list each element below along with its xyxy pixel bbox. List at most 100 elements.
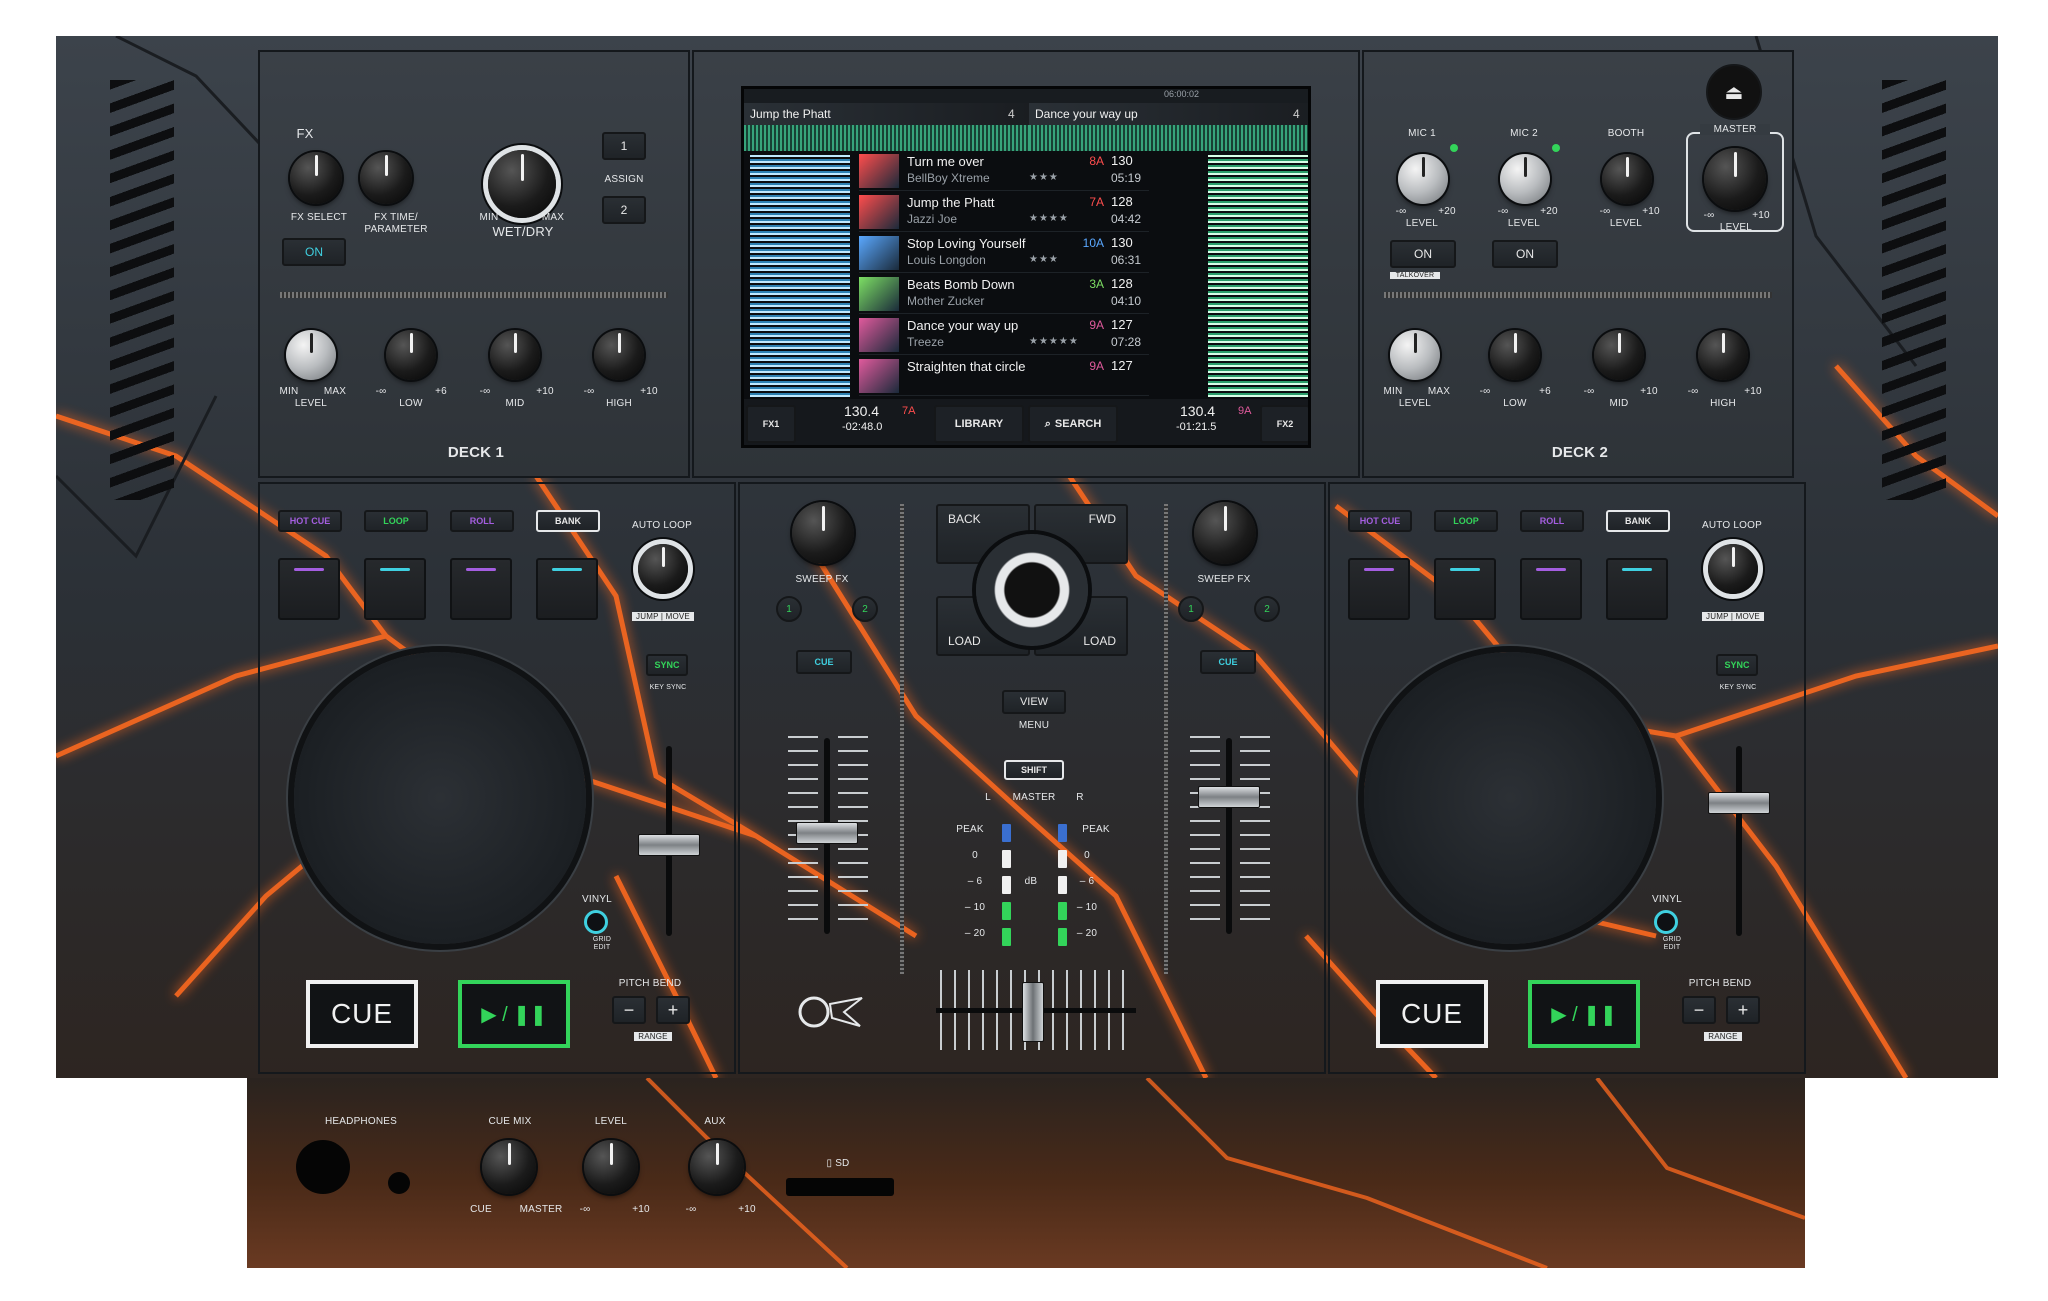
eject-icon[interactable]: ⏏ bbox=[1706, 64, 1762, 120]
right-overview-waveform[interactable] bbox=[1029, 125, 1308, 151]
fader-tick bbox=[1240, 778, 1270, 780]
deck2-auto-loop-knob[interactable] bbox=[1708, 544, 1758, 594]
assign-2-button[interactable]: 2 bbox=[602, 196, 646, 224]
deck1-mid-knob[interactable] bbox=[490, 330, 540, 380]
deck2-level-knob[interactable] bbox=[1390, 330, 1440, 380]
deck1-auto-loop-knob[interactable] bbox=[638, 544, 688, 594]
deck2-pitch-fader[interactable] bbox=[1708, 792, 1770, 814]
deck1-pad-3[interactable] bbox=[450, 558, 512, 620]
master-max: +10 bbox=[1752, 210, 1770, 221]
deck2-pitch-bend-plus[interactable]: + bbox=[1726, 996, 1760, 1024]
search-tab[interactable]: ⌕ SEARCH bbox=[1028, 405, 1118, 443]
deck2-roll-mode[interactable]: ROLL bbox=[1520, 510, 1584, 532]
left-deck-header[interactable]: Jump the Phatt 4 bbox=[744, 103, 1029, 125]
meter-segment bbox=[1002, 824, 1011, 842]
deck2-pad-3[interactable] bbox=[1520, 558, 1582, 620]
mic2-on-button[interactable]: ON bbox=[1492, 240, 1558, 268]
meter-segment bbox=[1058, 876, 1067, 894]
deck1-pad-2[interactable] bbox=[364, 558, 426, 620]
track-row[interactable]: Straighten that circle 9A 127 bbox=[859, 356, 1149, 396]
fader-tick bbox=[1240, 848, 1270, 850]
fx-select-knob[interactable] bbox=[290, 152, 342, 204]
deck2-mid-knob[interactable] bbox=[1594, 330, 1644, 380]
deck1-vinyl-button[interactable] bbox=[584, 910, 608, 934]
sd-card-slot[interactable] bbox=[786, 1178, 894, 1196]
left-remaining-time: -02:48.0 bbox=[842, 421, 883, 433]
deck2-cue-button[interactable]: CUE bbox=[1376, 980, 1488, 1048]
deck2-vinyl-button[interactable] bbox=[1654, 910, 1678, 934]
deck2-high-max: +10 bbox=[1744, 386, 1762, 397]
track-artist: Treeze bbox=[907, 335, 944, 349]
track-row[interactable]: Dance your way up Treeze 9A 127 07:28 ★★★★★ bbox=[859, 315, 1149, 355]
deck1-pad-1[interactable] bbox=[278, 558, 340, 620]
fx-on-button[interactable]: ON bbox=[282, 238, 346, 266]
track-row[interactable]: Stop Loving Yourself Louis Longdon 10A 130 0… bbox=[859, 233, 1149, 273]
phones-level-knob[interactable] bbox=[584, 1140, 638, 1194]
track-key: 9A bbox=[1089, 318, 1104, 332]
deck2-bank-mode[interactable]: BANK bbox=[1606, 510, 1670, 532]
deck2-pitch-bend-minus[interactable]: − bbox=[1682, 996, 1716, 1024]
sd-label-text: SD bbox=[835, 1158, 850, 1169]
mic1-level-knob[interactable] bbox=[1398, 154, 1448, 204]
left-bpm: 130.4 bbox=[844, 403, 880, 419]
crossfader[interactable] bbox=[1022, 982, 1044, 1042]
deck1-pitch-fader[interactable] bbox=[638, 834, 700, 856]
deck2-hot-cue-mode[interactable]: HOT CUE bbox=[1348, 510, 1412, 532]
fader-tick bbox=[838, 904, 868, 906]
aux-level-knob[interactable] bbox=[690, 1140, 744, 1194]
right-bpm: 130.4 bbox=[1180, 403, 1216, 419]
fx1-tab[interactable]: FX1 bbox=[746, 405, 796, 443]
deck1-loop-mode[interactable]: LOOP bbox=[364, 510, 428, 532]
fader-tick bbox=[788, 806, 818, 808]
track-key: 10A bbox=[1082, 236, 1104, 250]
deck1-low-knob[interactable] bbox=[386, 330, 436, 380]
deck1-bank-mode[interactable]: BANK bbox=[536, 510, 600, 532]
cue-mix-knob[interactable] bbox=[482, 1140, 536, 1194]
deck2-level-min: MIN bbox=[1383, 386, 1403, 397]
deck2-pad-2[interactable] bbox=[1434, 558, 1496, 620]
deck1-level-knob[interactable] bbox=[286, 330, 336, 380]
deck1-play-pause-button[interactable]: ▶ / ❚❚ bbox=[458, 980, 570, 1048]
deck1-cue-button[interactable]: CUE bbox=[306, 980, 418, 1048]
deck1-high-knob[interactable] bbox=[594, 330, 644, 380]
headphone-jack-small[interactable] bbox=[388, 1172, 410, 1194]
fx2-tab[interactable]: FX2 bbox=[1260, 405, 1308, 443]
headphone-jack-large[interactable] bbox=[296, 1140, 350, 1194]
deck2-pad-1[interactable] bbox=[1348, 558, 1410, 620]
track-row[interactable]: Jump the Phatt Jazzi Joe 7A 128 04:42 ★★★★ bbox=[859, 192, 1149, 232]
track-row[interactable]: Beats Bomb Down Mother Zucker 3A 128 04:10 bbox=[859, 274, 1149, 314]
deck2-pad-4[interactable] bbox=[1606, 558, 1668, 620]
deck1-hot-cue-mode[interactable]: HOT CUE bbox=[278, 510, 342, 532]
mic1-on-button[interactable]: ON bbox=[1390, 240, 1456, 268]
right-deck-header[interactable]: Dance your way up 4 bbox=[1029, 103, 1308, 125]
fader-tick bbox=[1190, 876, 1220, 878]
library-tab[interactable]: LIBRARY bbox=[934, 405, 1024, 443]
ch2-volume-fader[interactable] bbox=[1198, 786, 1260, 808]
deck1-pad-4[interactable] bbox=[536, 558, 598, 620]
left-overview-waveform[interactable] bbox=[744, 125, 1029, 151]
deck1-jog-wheel[interactable] bbox=[294, 652, 586, 944]
deck2-mic-panel: ⏏ MIC 1 MIC 2 BOOTH MASTER -∞ +20 -∞ +20… bbox=[1362, 50, 1794, 478]
fx-time-knob[interactable] bbox=[360, 152, 412, 204]
deck2-mid-max: +10 bbox=[1640, 386, 1658, 397]
deck1-sync-button[interactable]: SYNC bbox=[646, 654, 688, 676]
assign-1-button[interactable]: 1 bbox=[602, 132, 646, 160]
deck2-jog-wheel[interactable] bbox=[1364, 652, 1656, 944]
deck1-pitch-bend-plus[interactable]: + bbox=[656, 996, 690, 1024]
track-title: Dance your way up bbox=[907, 318, 1019, 333]
wet-dry-knob[interactable] bbox=[488, 150, 556, 218]
deck2-loop-mode[interactable]: LOOP bbox=[1434, 510, 1498, 532]
booth-level-knob[interactable] bbox=[1602, 154, 1652, 204]
master-level-knob[interactable] bbox=[1704, 148, 1766, 210]
deck2-play-pause-button[interactable]: ▶ / ❚❚ bbox=[1528, 980, 1640, 1048]
track-title: Turn me over bbox=[907, 154, 984, 169]
track-row[interactable]: Turn me over BellBoy Xtreme 8A 130 05:19 ★★★ bbox=[859, 151, 1149, 191]
deck1-pitch-bend-minus[interactable]: − bbox=[612, 996, 646, 1024]
ch1-volume-fader[interactable] bbox=[796, 822, 858, 844]
deck2-high-knob[interactable] bbox=[1698, 330, 1748, 380]
mic2-level-knob[interactable] bbox=[1500, 154, 1550, 204]
deck1-roll-mode[interactable]: ROLL bbox=[450, 510, 514, 532]
deck2-sync-button[interactable]: SYNC bbox=[1716, 654, 1758, 676]
deck2-low-knob[interactable] bbox=[1490, 330, 1540, 380]
deck2-pitch-track bbox=[1736, 746, 1742, 936]
